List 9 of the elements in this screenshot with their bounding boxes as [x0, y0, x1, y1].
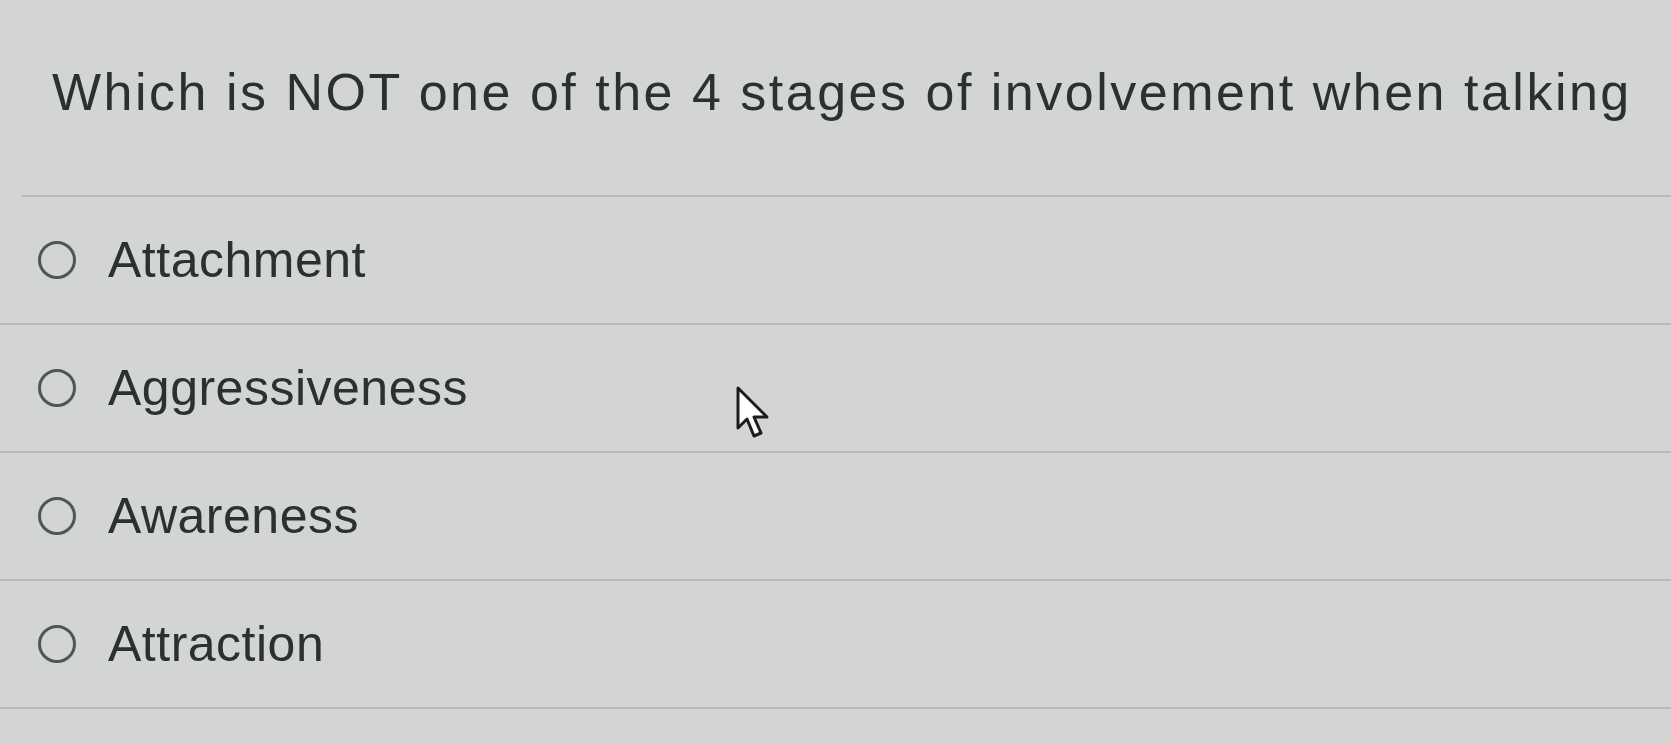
- radio-button[interactable]: [38, 625, 76, 663]
- radio-button[interactable]: [38, 369, 76, 407]
- answer-option-label[interactable]: Aggressiveness: [108, 358, 468, 418]
- answer-option-label[interactable]: Attraction: [108, 614, 325, 674]
- answer-option-label[interactable]: Awareness: [108, 486, 359, 546]
- radio-button[interactable]: [38, 497, 76, 535]
- question-text: Which is NOT one of the 4 stages of involvement when talking: [52, 62, 1632, 122]
- radio-button[interactable]: [38, 241, 76, 279]
- answer-option-label[interactable]: Attachment: [108, 230, 366, 290]
